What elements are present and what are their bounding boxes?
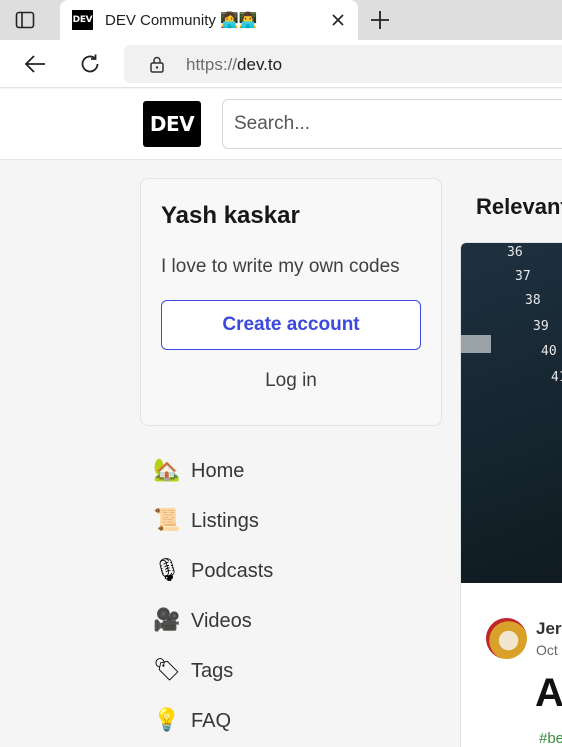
post-cover-image[interactable]: 36 37 38 39 40 41 <box>461 243 562 583</box>
profile-tagline: I love to write my own codes <box>161 256 400 277</box>
log-in-button[interactable]: Log in <box>161 361 421 401</box>
profile-name: Yash kaskar <box>161 202 300 229</box>
sidebar-item-listings[interactable]: 📜 Listings <box>140 496 442 546</box>
sidebar-item-label: Podcasts <box>191 559 274 582</box>
cover-number: 37 <box>515 269 531 284</box>
dev-favicon-icon: DEV <box>72 10 93 30</box>
sidebar-item-faq[interactable]: 💡 FAQ <box>140 696 442 746</box>
search-box[interactable] <box>222 99 562 149</box>
back-arrow-icon[interactable] <box>23 52 47 76</box>
cover-number: 39 <box>533 319 549 334</box>
cover-band <box>461 335 491 353</box>
post-date[interactable]: Oct <box>536 642 558 658</box>
url-text: https://dev.to <box>186 55 282 75</box>
cover-number: 41 <box>551 370 562 385</box>
post-author[interactable]: Jero <box>536 619 562 639</box>
site-header: DEV <box>0 89 562 160</box>
author-avatar[interactable] <box>486 618 527 659</box>
tag-icon: 🏷 <box>153 658 181 683</box>
profile-card: Yash kaskar I love to write my own codes… <box>140 178 442 426</box>
microphone-icon: 🎙 <box>153 558 181 583</box>
sidebar-item-podcasts[interactable]: 🎙 Podcasts <box>140 546 442 596</box>
post-card[interactable]: 36 37 38 39 40 41 Jero Oct A #be <box>460 242 562 747</box>
search-input[interactable] <box>234 113 554 135</box>
dev-logo[interactable]: DEV <box>143 101 201 147</box>
sidebar-item-label: Videos <box>191 609 252 632</box>
post-title[interactable]: A <box>535 671 562 716</box>
create-account-button[interactable]: Create account <box>161 300 421 350</box>
new-tab-plus-icon[interactable] <box>368 8 392 32</box>
lightbulb-icon: 💡 <box>153 708 181 733</box>
sidebar-item-home[interactable]: 🏡 Home <box>140 446 442 496</box>
url-host: dev.to <box>237 55 283 74</box>
url-protocol: https:// <box>186 55 238 74</box>
browser-address-bar: https://dev.to <box>0 40 562 88</box>
cover-number: 36 <box>507 245 523 260</box>
sidebar-item-label: Home <box>191 459 245 482</box>
feed-tab-relevant[interactable]: Relevant <box>476 194 562 220</box>
scroll-icon: 📜 <box>153 508 181 533</box>
cover-number: 40 <box>541 344 557 359</box>
browser-tab-bar: DEV DEV Community 👩‍💻👨‍💻 <box>0 0 562 40</box>
house-icon: 🏡 <box>153 458 181 483</box>
browser-tab-active[interactable]: DEV DEV Community 👩‍💻👨‍💻 <box>60 0 358 40</box>
url-field[interactable]: https://dev.to <box>124 45 562 83</box>
sidebar-item-label: FAQ <box>191 709 232 732</box>
cover-number: 38 <box>525 293 541 308</box>
sidebar-item-tags[interactable]: 🏷 Tags <box>140 646 442 696</box>
film-camera-icon: 🎥 <box>153 608 181 633</box>
close-tab-icon[interactable] <box>328 10 348 30</box>
tab-actions-icon[interactable] <box>14 9 36 31</box>
sidebar-item-label: Listings <box>191 509 259 532</box>
sidebar-item-videos[interactable]: 🎥 Videos <box>140 596 442 646</box>
sidebar-item-label: Tags <box>191 659 234 682</box>
tab-title: DEV Community 👩‍💻👨‍💻 <box>105 12 258 29</box>
lock-icon[interactable] <box>148 55 166 73</box>
post-tag[interactable]: #be <box>539 730 562 747</box>
reload-icon[interactable] <box>78 52 102 76</box>
sidebar-nav: 🏡 Home 📜 Listings 🎙 Podcasts 🎥 Videos 🏷 … <box>140 446 442 746</box>
